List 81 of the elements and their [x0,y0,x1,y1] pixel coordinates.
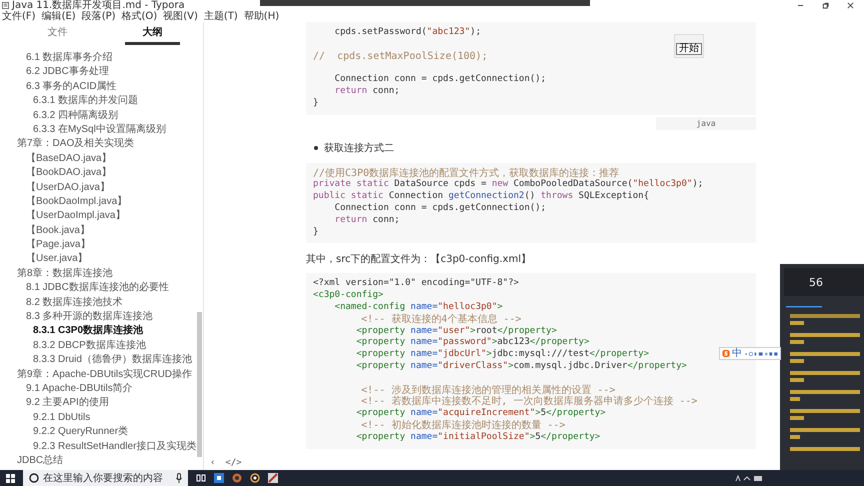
code-line: <property name="driverClass">com.mysql.jdbc.Driver</property> [355,360,687,371]
outline-item[interactable]: 第8章：数据库连接池 [0,266,203,282]
outline-item[interactable]: 6.1 数据库事务介绍 [0,51,203,66]
language-label[interactable]: java [656,116,756,130]
code-line: // cpds.setMaxPoolSize(100); [313,52,488,62]
close-icon[interactable] [847,2,854,9]
code-line: <!-- 初始化数据库连接池时连接的数量 --> [360,420,566,431]
outline-item[interactable]: 8.1 JDBC数据库连接池的必要性 [0,281,203,296]
code-line: <!-- 获取连接的4个基本信息 --> [360,314,522,325]
minimize-icon[interactable] [797,2,804,9]
outline-item[interactable]: 【BookDAO.java】 [0,166,203,181]
code-line: //使用C3P0数据库连接池的配置文件方式，获取数据库的连接：推荐 [313,168,620,179]
code-line: Connection conn = cpds.getConnection(); [334,202,546,213]
code-line: <!-- 涉及到数据库连接池的管理的相关属性的设置 --> [360,386,616,396]
restore-icon[interactable] [822,2,829,9]
outline-item[interactable]: 【User.java】 [0,252,203,267]
outline-item[interactable]: 6.3.3 在MySql中设置隔离级别 [0,122,203,138]
menu-item[interactable]: 主题(T) [204,11,238,22]
outline-item[interactable]: 6.3 事务的ACID属性 [0,80,203,94]
code-line: Connection conn = cpds.getConnection(); [334,74,546,84]
menu-item[interactable]: 视图(V) [163,11,198,22]
code-line: <property name="acquireIncrement">5</property> [355,408,606,418]
ime-mode[interactable]: 中 [732,348,742,358]
menu-item[interactable]: 文件(F) [2,11,36,22]
outline-item[interactable]: 9.1 Apache-DBUtils简介 [0,382,203,396]
menu-item[interactable]: 段落(P) [82,11,116,22]
code-line: <property name="user">root</property> [355,326,557,336]
footer-toggle[interactable]: </> [225,458,242,468]
menu-item[interactable]: 帮助(H) [244,11,280,22]
code-line: return conn; [334,86,400,96]
menu-item[interactable]: 格式(O) [122,11,158,22]
outline-item[interactable]: 第7章：DAO及相关实现类 [0,137,203,152]
bullet-icon [314,146,318,150]
code-line: } [313,98,318,108]
outline-item[interactable]: 8.3.1 C3P0数据库连接池 [0,324,203,339]
outline-item[interactable]: 【Book.java】 [0,224,203,238]
outline-item[interactable]: 9.2.1 DbUtils [0,410,203,426]
code-line: cpds.setPassword("abc123"); [334,27,481,37]
outline-item[interactable]: 8.2 数据库连接池技术 [0,296,203,310]
outline-item[interactable]: 【UserDaoImpl.java】 [0,209,203,224]
list-item: 获取连接方式二 [324,142,394,155]
task-view-icon[interactable] [196,473,206,483]
outline-item[interactable]: 【BaseDAO.java】 [0,152,203,166]
code-line: <!-- 若数据库中连接数不足时, 一次向数据库服务器申请多少个连接 --> [360,397,698,408]
code-line: <?xml version="1.0" encoding="UTF-8"?> [313,278,519,288]
outline-item[interactable]: 9.2 主要API的使用 [0,396,203,411]
code-line: private static DataSource cpds = new ComboPooledDataSource("helloc3p0"); [313,179,704,190]
sidebar-tab[interactable]: 大纲 [125,22,180,45]
menu-item[interactable]: 编辑(E) [42,11,76,22]
system-tray-icons[interactable] [734,473,764,483]
start-button[interactable]: 开始 [676,43,702,55]
outline-item[interactable]: 【UserDAO.java】 [0,180,203,195]
outline-item[interactable]: 8.3.3 Druid（德鲁伊）数据库连接池 [0,353,203,368]
outline-item[interactable]: 8.3.2 DBCP数据库连接池 [0,338,203,354]
sidebar-tab[interactable]: 文件 [30,22,85,45]
cortana-icon [29,473,39,483]
code-line: <property name="password">abc123</property> [355,337,590,348]
footer-toggle[interactable]: ‹ [210,458,216,468]
code-line: <property name="jdbcUrl">jdbc:mysql:///test</property> [355,349,649,360]
code-line: <named-config name="helloc3p0"> [334,302,503,312]
outline-item[interactable]: 8.3 多种开源的数据库连接池 [0,310,203,324]
paragraph: 其中，src下的配置文件为：【c3p0-config.xml】 [306,252,532,266]
outline-item[interactable]: 第9章：Apache-DBUtils实现CRUD操作 [0,368,203,382]
outline-item[interactable]: JDBC总结 [0,454,203,468]
scrollbar-thumb[interactable] [197,312,202,457]
outline-item[interactable]: 【Page.java】 [0,238,203,252]
microphone-icon[interactable] [176,473,182,483]
viewer-count: 56 [809,276,823,288]
outline-item[interactable]: 6.3.2 四种隔离级别 [0,108,203,123]
code-line: } [313,226,318,237]
ime-tools-icon[interactable] [744,350,778,358]
outline-item[interactable]: 9.2.3 ResultSetHandler接口及实现类 [0,440,203,454]
code-line: <c3p0-config> [313,290,384,300]
outline-item[interactable]: 【BookDaoImpl.java】 [0,194,203,210]
outline-item[interactable]: 9.2.2 QueryRunner类 [0,425,203,440]
code-line: return conn; [334,214,400,225]
code-line: <property name="initialPoolSize">5</property> [355,432,600,442]
outline-item[interactable]: 6.3.1 数据库的并发问题 [0,94,203,109]
code-line: public static Connection getConnection2() throws SQLException{ [313,191,649,202]
windows-logo-icon[interactable] [6,474,15,482]
outline-item[interactable]: 6.2 JDBC事务处理 [0,65,203,80]
